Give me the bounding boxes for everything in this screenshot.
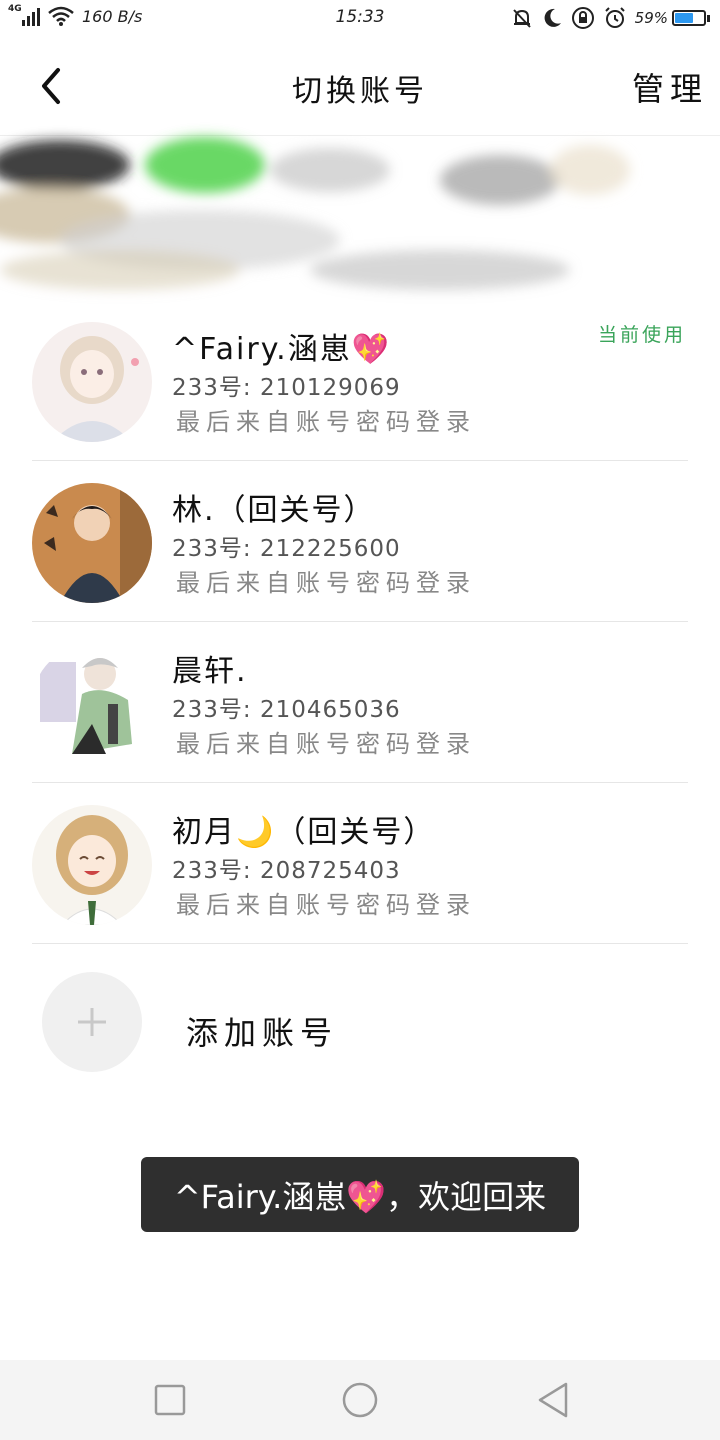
account-uid: 233号: 208725403 bbox=[172, 858, 401, 884]
account-name: 晨轩. bbox=[172, 654, 248, 689]
system-nav-bar bbox=[0, 1360, 720, 1440]
manage-button[interactable]: 管理 bbox=[632, 64, 708, 110]
account-row[interactable]: 初月🌙（回关号） 233号: 208725403 最后来自账号密码登录 bbox=[32, 783, 688, 944]
avatar bbox=[32, 644, 152, 764]
welcome-toast: ^Fairy.涵崽💖，欢迎回来 bbox=[141, 1157, 579, 1232]
last-login-method: 最后来自账号密码登录 bbox=[176, 569, 476, 597]
current-account-badge: 当前使用 bbox=[597, 324, 686, 346]
add-account-circle[interactable] bbox=[42, 972, 142, 1072]
account-row[interactable]: ^Fairy.涵崽💖 233号: 210129069 最后来自账号密码登录 当前… bbox=[32, 300, 688, 461]
mute-bell-icon bbox=[512, 9, 531, 28]
battery-indicator: 59% bbox=[635, 9, 710, 27]
add-account-label: 添加账号 bbox=[186, 1014, 339, 1052]
status-bar: 4G 160 B/s 15:33 59% bbox=[0, 0, 720, 36]
nav-recents-icon[interactable] bbox=[148, 1378, 192, 1422]
account-row[interactable]: 晨轩. 233号: 210465036 最后来自账号密码登录 bbox=[32, 622, 688, 783]
account-name: 林.（回关号） bbox=[172, 493, 376, 528]
plus-icon bbox=[78, 1008, 106, 1036]
avatar bbox=[32, 805, 152, 925]
nav-home-icon[interactable] bbox=[338, 1378, 382, 1422]
redaction-scribble bbox=[0, 137, 630, 290]
moon-icon bbox=[544, 8, 561, 27]
avatar bbox=[32, 322, 152, 442]
battery-icon bbox=[672, 10, 706, 26]
account-uid: 233号: 210129069 bbox=[172, 375, 401, 401]
last-login-method: 最后来自账号密码登录 bbox=[176, 891, 476, 919]
toast-text: ^Fairy.涵崽💖，欢迎回来 bbox=[173, 1177, 547, 1216]
battery-percent: 59% bbox=[634, 9, 668, 27]
avatar bbox=[32, 483, 152, 603]
account-list: ^Fairy.涵崽💖 233号: 210129069 最后来自账号密码登录 当前… bbox=[32, 300, 688, 944]
nav-back-icon[interactable] bbox=[532, 1378, 576, 1422]
last-login-method: 最后来自账号密码登录 bbox=[176, 730, 476, 758]
account-name: ^Fairy.涵崽💖 bbox=[172, 332, 392, 367]
lock-rotation-icon bbox=[571, 7, 594, 29]
last-login-method: 最后来自账号密码登录 bbox=[176, 408, 476, 436]
add-account-button[interactable]: 添加账号 bbox=[42, 972, 642, 1072]
account-row[interactable]: 林.（回关号） 233号: 212225600 最后来自账号密码登录 bbox=[32, 461, 688, 622]
page-title: 切换账号 bbox=[292, 74, 428, 109]
account-uid: 233号: 212225600 bbox=[172, 536, 401, 562]
alarm-icon bbox=[604, 7, 625, 28]
account-uid: 233号: 210465036 bbox=[172, 697, 401, 723]
account-name: 初月🌙（回关号） bbox=[172, 815, 436, 850]
